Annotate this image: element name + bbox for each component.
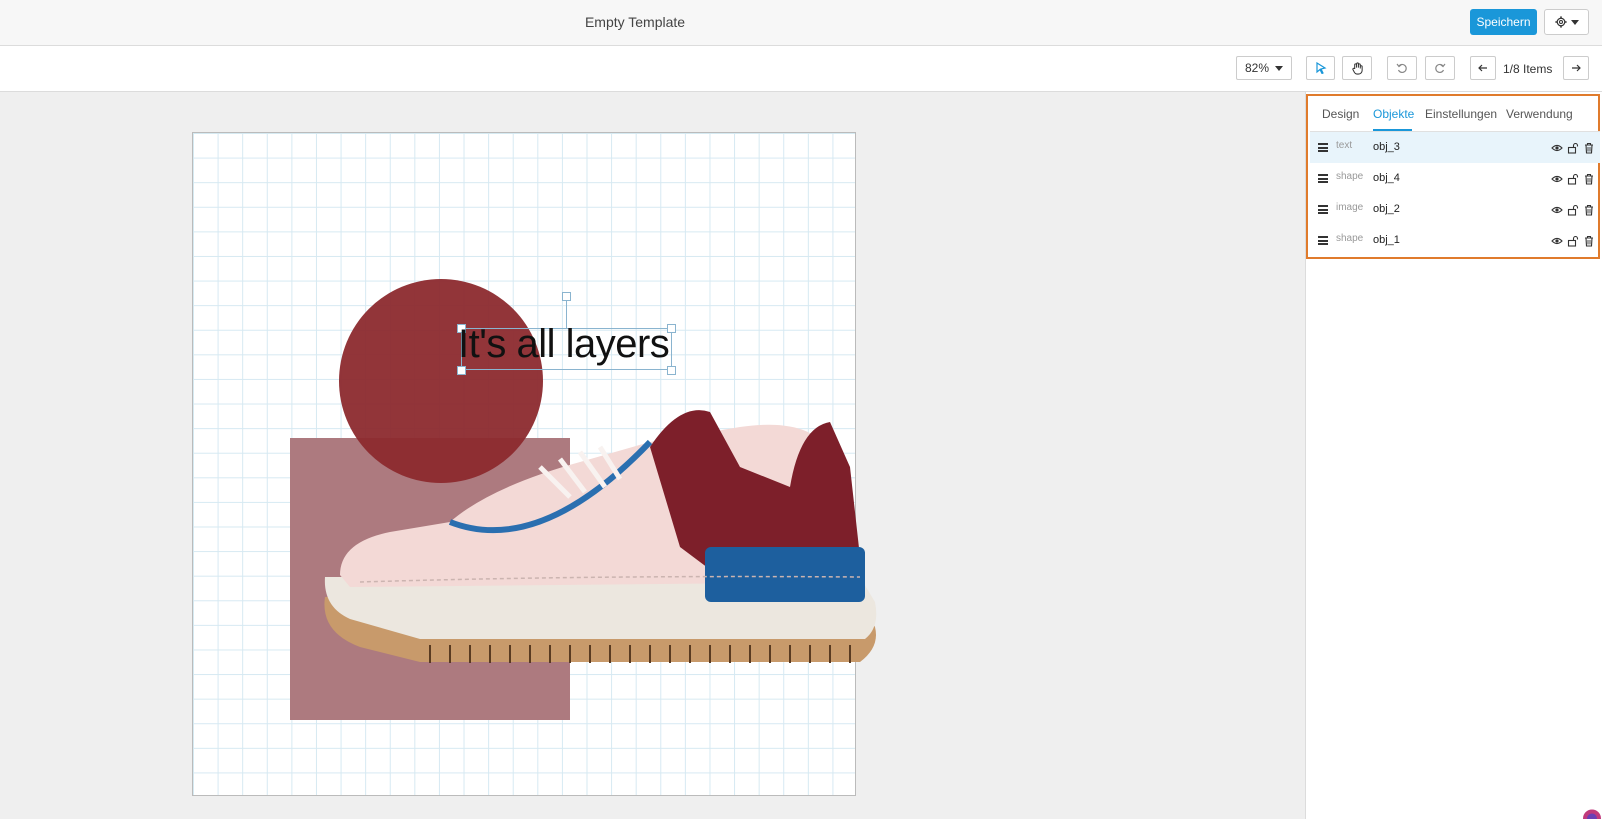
drag-handle-icon[interactable] xyxy=(1318,174,1328,183)
trash-icon[interactable] xyxy=(1583,234,1595,247)
eye-icon[interactable] xyxy=(1551,203,1563,215)
top-bar: Empty Template Speichern xyxy=(0,0,1602,46)
toolbar: 82% 1/8 Items xyxy=(0,46,1602,92)
next-item-button[interactable] xyxy=(1563,56,1589,80)
assistant-logo-icon[interactable] xyxy=(1582,804,1602,819)
trash-icon[interactable] xyxy=(1583,203,1595,216)
save-button[interactable]: Speichern xyxy=(1470,9,1537,35)
document-title: Empty Template xyxy=(584,14,686,30)
settings-dropdown-button[interactable] xyxy=(1544,9,1589,35)
properties-panel: Design Objekte Einstellungen Verwendung … xyxy=(1305,92,1602,819)
drag-handle-icon[interactable] xyxy=(1318,205,1328,214)
object-row[interactable]: image obj_2 xyxy=(1310,194,1600,225)
object-type: shape xyxy=(1336,233,1364,244)
canvas-workspace[interactable]: It's all layers xyxy=(0,92,1305,819)
object-name: obj_3 xyxy=(1373,141,1400,153)
unlock-icon[interactable] xyxy=(1567,203,1579,216)
items-counter: 1/8 Items xyxy=(1503,62,1553,76)
object-row[interactable]: text obj_3 xyxy=(1310,132,1600,163)
redo-button[interactable] xyxy=(1425,56,1455,80)
unlock-icon[interactable] xyxy=(1567,234,1579,247)
object-name: obj_4 xyxy=(1373,172,1400,184)
zoom-value: 82% xyxy=(1244,61,1270,75)
trash-icon[interactable] xyxy=(1583,172,1595,185)
object-name: obj_2 xyxy=(1373,203,1400,215)
arrow-left-icon xyxy=(1478,64,1487,72)
object-row[interactable]: shape obj_4 xyxy=(1310,163,1600,194)
chevron-down-icon xyxy=(1275,65,1284,71)
chevron-down-icon xyxy=(1570,19,1579,25)
resize-handle-bottom-left[interactable] xyxy=(457,366,466,375)
object-type: shape xyxy=(1336,171,1364,182)
object-type: text xyxy=(1336,140,1353,151)
panel-tabs: Design Objekte Einstellungen Verwendung xyxy=(1310,98,1600,132)
unlock-icon[interactable] xyxy=(1567,172,1579,185)
redo-icon xyxy=(1435,63,1446,74)
object-row[interactable]: shape obj_1 xyxy=(1310,225,1600,256)
pointer-tool-button[interactable] xyxy=(1306,56,1335,80)
object-type: image xyxy=(1336,202,1364,213)
tab-einstellungen[interactable]: Einstellungen xyxy=(1425,107,1497,121)
hand-tool-button[interactable] xyxy=(1342,56,1372,80)
unlock-icon[interactable] xyxy=(1567,141,1579,154)
resize-handle-bottom-right[interactable] xyxy=(667,366,676,375)
panel-highlight-frame: Design Objekte Einstellungen Verwendung … xyxy=(1306,94,1600,259)
eye-icon[interactable] xyxy=(1551,141,1563,153)
hand-icon xyxy=(1351,61,1363,75)
undo-icon xyxy=(1396,63,1407,74)
undo-button[interactable] xyxy=(1387,56,1417,80)
arrow-right-icon xyxy=(1572,64,1581,72)
object-name: obj_1 xyxy=(1373,234,1400,246)
pointer-icon xyxy=(1315,62,1327,74)
trash-icon[interactable] xyxy=(1583,141,1595,154)
active-tab-indicator xyxy=(1373,129,1412,131)
tab-objekte[interactable]: Objekte xyxy=(1373,107,1414,121)
eye-icon[interactable] xyxy=(1551,234,1563,246)
tab-verwendung[interactable]: Verwendung xyxy=(1506,107,1573,121)
gear-icon xyxy=(1554,16,1567,28)
drag-handle-icon[interactable] xyxy=(1318,236,1328,245)
eye-icon[interactable] xyxy=(1551,172,1563,184)
previous-item-button[interactable] xyxy=(1470,56,1496,80)
canvas-text-layer[interactable]: It's all layers xyxy=(458,322,670,367)
zoom-select[interactable]: 82% xyxy=(1236,56,1292,80)
drag-handle-icon[interactable] xyxy=(1318,143,1328,152)
sneaker-image[interactable] xyxy=(320,407,885,677)
tab-design[interactable]: Design xyxy=(1322,107,1359,121)
rotation-handle[interactable] xyxy=(562,292,571,301)
